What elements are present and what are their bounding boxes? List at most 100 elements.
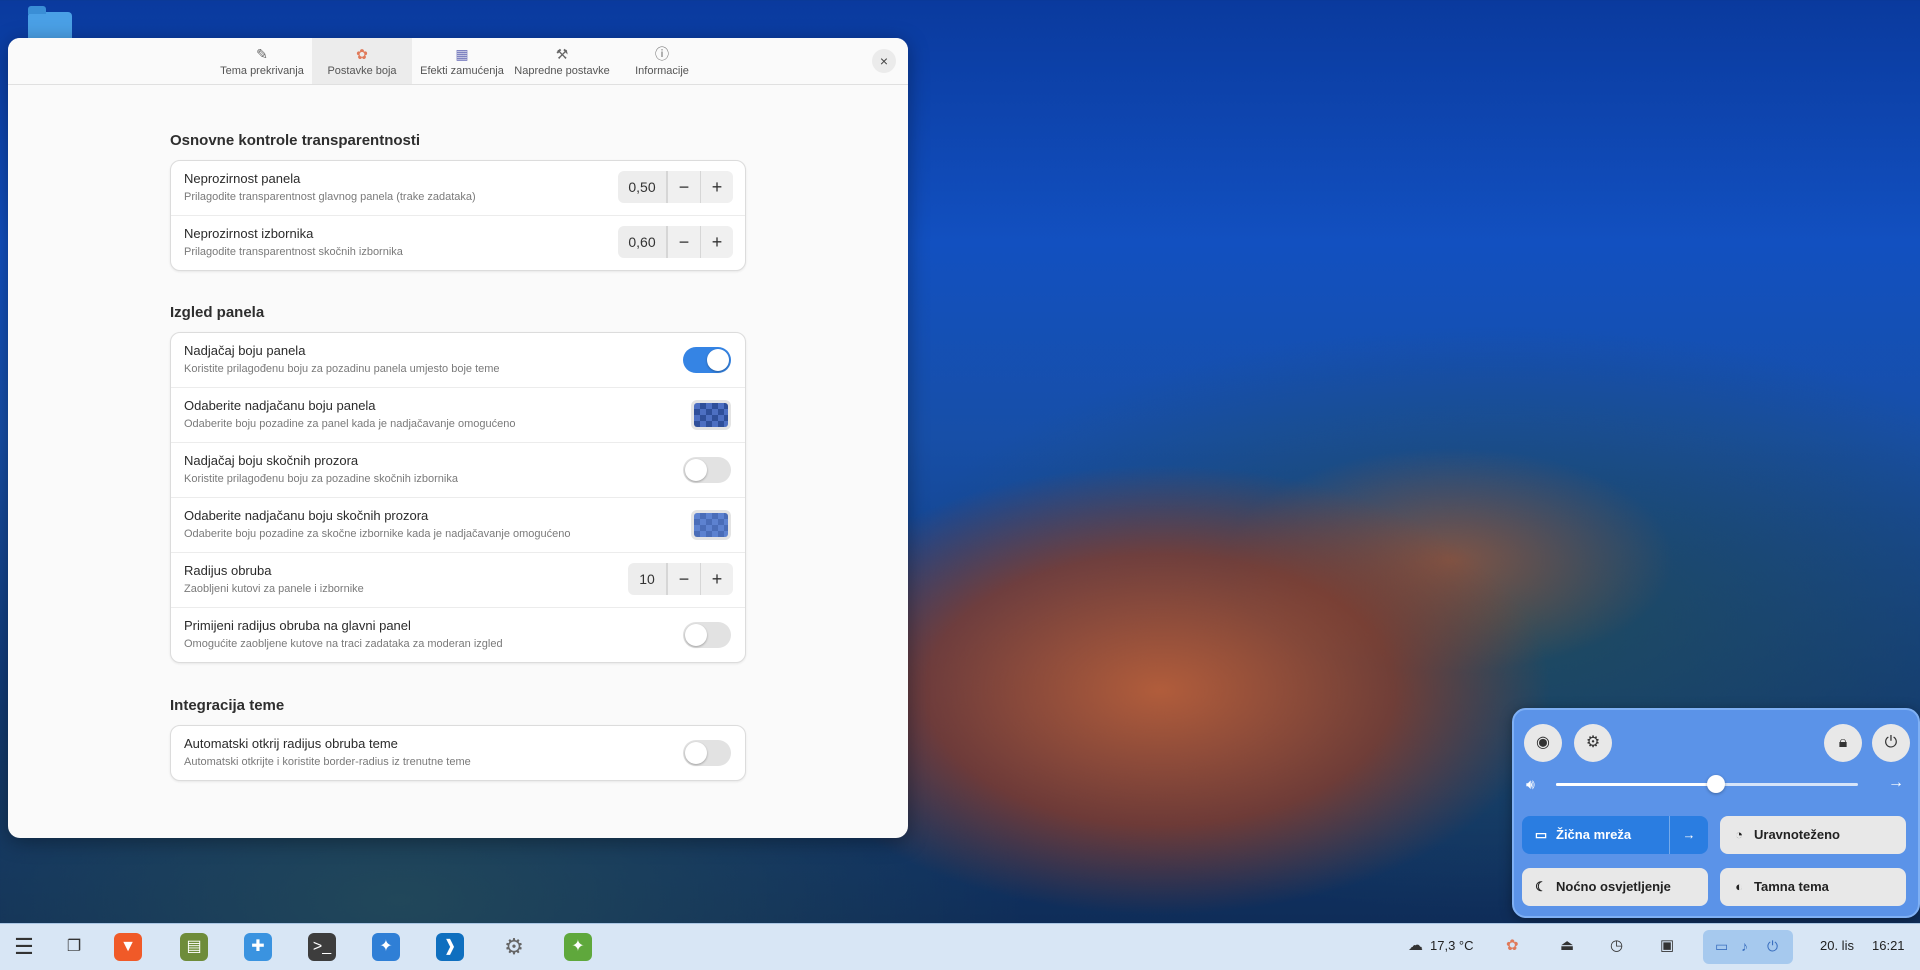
power-button[interactable]: ⏻ <box>1872 724 1910 762</box>
vscode-icon[interactable]: ❱ <box>436 933 464 961</box>
override-panel-color-toggle[interactable] <box>683 347 731 373</box>
menu-opacity-spinner: 0,60 − + <box>618 226 733 258</box>
clipboard-icon[interactable]: ▣ <box>1660 936 1674 954</box>
row-subtitle: Automatski otkrijte i koristite border-r… <box>184 756 471 768</box>
power-mode-label: Uravnoteženo <box>1754 827 1840 842</box>
weather-temperature[interactable]: 17,3 °C <box>1430 938 1474 953</box>
brave-browser-icon[interactable]: ▼ <box>114 933 142 961</box>
network-menu-arrow-icon[interactable]: → <box>1669 816 1708 854</box>
panel-color-button[interactable] <box>691 400 731 430</box>
volume-fill <box>1556 783 1717 786</box>
apply-radius-toggle[interactable] <box>683 622 731 648</box>
terminal-icon[interactable]: >_ <box>308 933 336 961</box>
close-button[interactable]: × <box>872 49 896 73</box>
clock-timer-icon[interactable]: ◷ <box>1610 936 1623 954</box>
night-light-toggle[interactable]: ☾ Noćno osvjetljenje <box>1522 868 1708 906</box>
section-title-theme: Integracija teme <box>170 697 285 714</box>
wired-network-toggle[interactable]: ▭ Žična mreža → <box>1522 816 1708 854</box>
tab-blur-effects[interactable]: ▦ Efekti zamućenja <box>412 38 512 84</box>
increment-button[interactable]: + <box>700 171 733 203</box>
gear-icon: ⚙ <box>1585 734 1601 751</box>
app-menu-icon[interactable]: ☰ <box>10 933 38 961</box>
row-title: Automatski otkrij radijus obruba teme <box>184 736 398 751</box>
tools-icon: ⚒ <box>555 46 569 62</box>
toggle-knob <box>685 459 707 481</box>
theme-integration-card: Automatski otkrij radijus obruba teme Au… <box>170 725 746 781</box>
override-popup-color-row: Nadjačaj boju skočnih prozora Koristite … <box>171 442 745 497</box>
network-status-icon: ▭ <box>1715 938 1729 954</box>
tab-overlay-theme[interactable]: ✎ Tema prekrivanja <box>212 38 312 84</box>
row-subtitle: Omogućite zaobljene kutove na traci zada… <box>184 638 503 650</box>
file-manager-icon[interactable]: ▤ <box>180 933 208 961</box>
row-subtitle: Koristite prilagođenu boju za pozadine s… <box>184 473 458 485</box>
lock-button[interactable]: 🔒︎ <box>1824 724 1862 762</box>
clock-date[interactable]: 20. lis <box>1820 938 1854 953</box>
border-radius-spinner: 10 − + <box>628 563 733 595</box>
eject-icon[interactable]: ⏏ <box>1560 936 1574 954</box>
row-title: Odaberite nadjačanu boju skočnih prozora <box>184 508 429 523</box>
color-icon: ✿ <box>356 46 368 62</box>
increment-button[interactable]: + <box>700 563 733 595</box>
row-subtitle: Zaobljeni kutovi za panele i izbornike <box>184 583 364 595</box>
panel-appearance-card: Nadjačaj boju panela Koristite prilagođe… <box>170 332 746 663</box>
section-title-transparency: Osnovne kontrole transparentnosti <box>170 132 421 149</box>
row-title: Primijeni radijus obruba na glavni panel <box>184 618 411 633</box>
contrast-icon: ◐ <box>1735 879 1743 894</box>
decrement-button[interactable]: − <box>667 226 700 258</box>
dark-theme-label: Tamna tema <box>1754 879 1829 894</box>
settings-button[interactable]: ⚙ <box>1574 724 1612 762</box>
volume-status-icon: ♪ <box>1741 938 1748 954</box>
override-popup-color-toggle[interactable] <box>683 457 731 483</box>
power-status-icon: ⏻ <box>1767 938 1779 954</box>
border-radius-value[interactable]: 10 <box>628 563 667 595</box>
extension-manager-icon[interactable]: ✦ <box>564 933 592 961</box>
camera-icon: ◉ <box>1536 734 1550 751</box>
color-swatch <box>694 513 728 537</box>
volume-icon: 🔊︎ <box>1526 776 1535 792</box>
menu-opacity-value[interactable]: 0,60 <box>618 226 667 258</box>
border-radius-row: Radijus obruba Zaobljeni kutovi za panel… <box>171 552 745 607</box>
dark-theme-toggle[interactable]: ◐ Tamna tema <box>1720 868 1906 906</box>
system-settings-icon[interactable]: ⚙ <box>500 933 528 961</box>
row-subtitle: Prilagodite transparentnost glavnog pane… <box>184 191 476 203</box>
volume-slider[interactable] <box>1556 775 1858 793</box>
color-swatch <box>694 403 728 427</box>
info-icon: ⓘ <box>655 46 669 62</box>
section-title-panel: Izgled panela <box>170 304 265 321</box>
volume-knob[interactable] <box>1707 775 1726 793</box>
row-title: Odaberite nadjačanu boju panela <box>184 398 376 413</box>
auto-detect-radius-toggle[interactable] <box>683 740 731 766</box>
toggle-knob <box>685 624 707 646</box>
row-title: Neprozirnost izbornika <box>184 226 314 241</box>
audio-output-arrow-icon[interactable]: → <box>1888 774 1904 792</box>
system-tray-group[interactable]: ▭ ♪ ⏻ <box>1703 930 1793 964</box>
power-icon: ⏻ <box>1884 734 1898 751</box>
row-subtitle: Odaberite boju pozadine za skočne izborn… <box>184 528 571 540</box>
panel-opacity-value[interactable]: 0,50 <box>618 171 667 203</box>
tab-advanced-settings[interactable]: ⚒ Napredne postavke <box>512 38 612 84</box>
color-picker-tray-icon[interactable]: ✿ <box>1506 936 1519 954</box>
transparency-card: Neprozirnost panela Prilagodite transpar… <box>170 160 746 271</box>
blur-icon: ▦ <box>455 46 469 62</box>
tab-information[interactable]: ⓘ Informacije <box>612 38 712 84</box>
extensions-icon[interactable]: ✦ <box>372 933 400 961</box>
clock-time[interactable]: 16:21 <box>1872 938 1905 953</box>
decrement-button[interactable]: − <box>667 171 700 203</box>
popup-color-picker-row: Odaberite nadjačanu boju skočnih prozora… <box>171 497 745 552</box>
close-icon: × <box>879 53 889 69</box>
panel-opacity-spinner: 0,50 − + <box>618 171 733 203</box>
decrement-button[interactable]: − <box>667 563 700 595</box>
software-store-icon[interactable]: ✚ <box>244 933 272 961</box>
screenshot-button[interactable]: ◉ <box>1524 724 1562 762</box>
override-panel-color-row: Nadjačaj boju panela Koristite prilagođe… <box>171 333 745 387</box>
increment-button[interactable]: + <box>700 226 733 258</box>
popup-color-button[interactable] <box>691 510 731 540</box>
row-title: Neprozirnost panela <box>184 171 301 186</box>
power-mode-toggle[interactable]: ◔ Uravnoteženo <box>1720 816 1906 854</box>
workspaces-icon[interactable]: ❐ <box>60 933 88 961</box>
row-subtitle: Prilagodite transparentnost skočnih izbo… <box>184 246 403 258</box>
weather-icon[interactable]: ☁ <box>1408 936 1423 954</box>
wired-network-label: Žična mreža <box>1556 827 1632 842</box>
tab-color-settings[interactable]: ✿ Postavke boja <box>312 38 412 84</box>
taskbar: ☰ ❐ ▼ ▤ ✚ >_ ✦ ❱ ⚙ ✦ ☁ 17,3 °C ✿ ⏏ ◷ ▣ ▭… <box>0 923 1920 970</box>
